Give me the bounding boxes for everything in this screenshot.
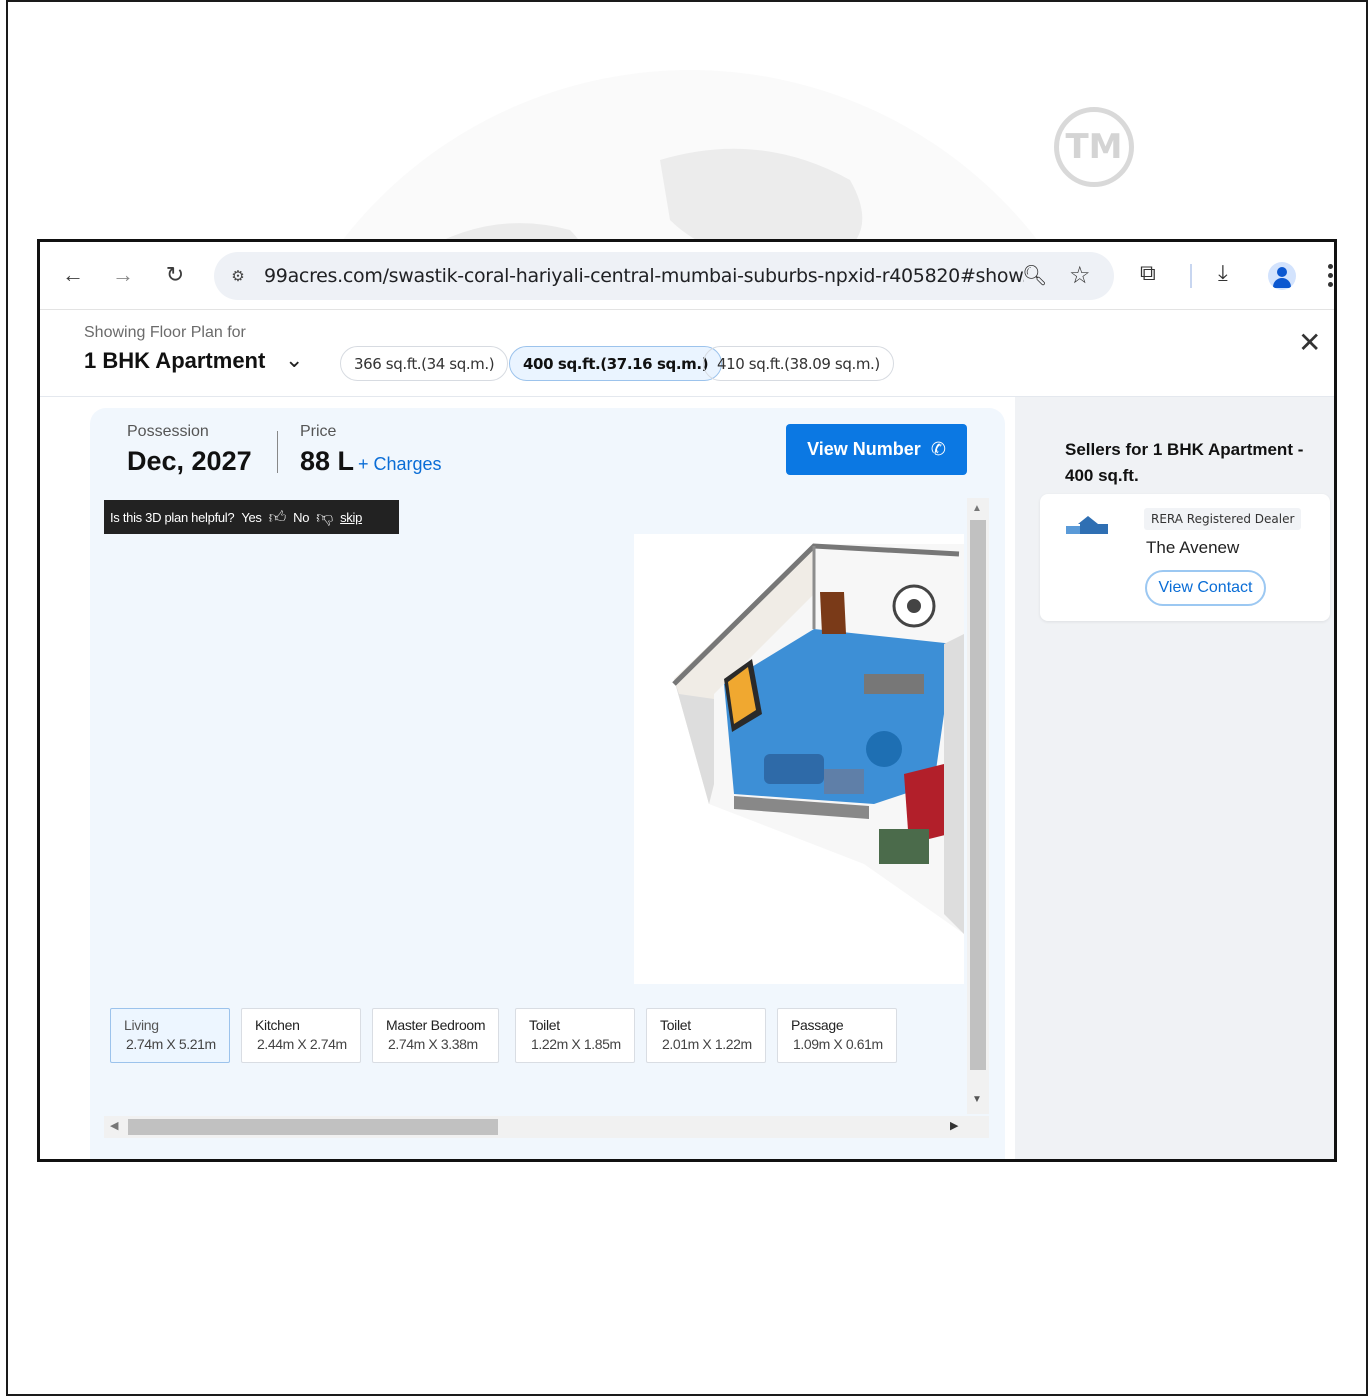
browser-window: ← → ↻ ⚙ 99acres.com/swastik-coral-hariya… (37, 239, 1337, 1162)
url-text[interactable]: 99acres.com/swastik-coral-hariyali-centr… (264, 265, 1024, 287)
room-size: 2.44m X 2.74m (257, 1036, 347, 1052)
room-name: Master Bedroom (386, 1017, 486, 1033)
vertical-scrollbar[interactable]: ▲ ▼ (967, 498, 989, 1114)
room-size: 1.09m X 0.61m (793, 1036, 883, 1052)
phone-icon: ✆ (930, 439, 946, 459)
close-icon[interactable]: ✕ (1298, 326, 1321, 359)
room-size: 2.74m X 5.21m (126, 1036, 216, 1052)
feedback-question: Is this 3D plan helpful? (110, 509, 235, 525)
download-icon[interactable]: ⤓ (1218, 260, 1228, 286)
sellers-panel: Sellers for 1 BHK Apartment - 400 sq.ft.… (1015, 397, 1334, 1159)
price-value: 88 L (300, 446, 355, 476)
room-size: 1.22m X 1.85m (531, 1036, 621, 1052)
possession-value: Dec, 2027 (127, 446, 252, 476)
browser-toolbar: ← → ↻ ⚙ 99acres.com/swastik-coral-hariya… (40, 242, 1334, 310)
scroll-left-icon[interactable]: ◀ (110, 1119, 118, 1132)
horizontal-scroll-thumb[interactable] (128, 1119, 498, 1135)
floor-plan-3d-image (634, 534, 964, 984)
apartment-type-dropdown[interactable]: 1 BHK Apartment (84, 348, 265, 374)
room-name: Living (124, 1017, 159, 1033)
size-chip-410[interactable]: 410 sq.ft.(38.09 sq.m.) (703, 346, 894, 381)
feedback-skip[interactable]: skip (340, 510, 362, 525)
room-name: Toilet (660, 1017, 691, 1033)
view-number-label: View Number (807, 439, 921, 459)
room-name: Kitchen (255, 1017, 300, 1033)
scroll-down-icon[interactable]: ▼ (972, 1094, 982, 1105)
view-contact-button[interactable]: View Contact (1145, 570, 1266, 606)
view-number-button[interactable]: View Number ✆ (786, 424, 967, 475)
showing-label: Showing Floor Plan for (84, 324, 246, 341)
size-chip-366[interactable]: 366 sq.ft.(34 sq.m.) (340, 346, 509, 381)
floor-plan-header: Showing Floor Plan for 1 BHK Apartment ⌄… (40, 311, 1334, 397)
room-name: Toilet (529, 1017, 560, 1033)
bookmark-star-icon[interactable]: ☆ (1069, 261, 1091, 290)
horizontal-scrollbar[interactable]: ◀ ▶ (104, 1116, 989, 1138)
info-divider (277, 431, 278, 473)
room-size: 2.74m X 3.38m (388, 1036, 478, 1052)
scroll-up-icon[interactable]: ▲ (972, 503, 982, 514)
size-chip-400[interactable]: 400 sq.ft.(37.16 sq.m.) (509, 346, 723, 381)
room-chip-toilet-1[interactable]: Toilet 1.22m X 1.85m (515, 1008, 635, 1063)
seller-card: RERA Registered Dealer The Avenew View C… (1040, 494, 1330, 621)
room-chip-passage[interactable]: Passage 1.09m X 0.61m (777, 1008, 897, 1063)
rera-badge: RERA Registered Dealer (1144, 508, 1302, 530)
sellers-title: Sellers for 1 BHK Apartment - 400 sq.ft. (1065, 440, 1304, 485)
room-chip-kitchen[interactable]: Kitchen 2.44m X 2.74m (241, 1008, 361, 1063)
room-chip-master-bedroom[interactable]: Master Bedroom 2.74m X 3.38m (372, 1008, 500, 1063)
possession-label: Possession (127, 423, 209, 440)
feedback-no[interactable]: No (293, 510, 309, 525)
feedback-yes[interactable]: Yes (241, 510, 262, 525)
thumbs-down-icon[interactable]: 👎︎ (316, 507, 333, 528)
extensions-icon[interactable]: ⧉ (1140, 260, 1156, 286)
zoom-icon[interactable]: 🔍︎ (1022, 263, 1047, 288)
chevron-down-icon[interactable]: ⌄ (285, 347, 303, 373)
floor-plan-panel: Possession Dec, 2027 Price 88 L + Charge… (90, 408, 1005, 1159)
price-label: Price (300, 423, 337, 440)
menu-kebab-icon[interactable] (1328, 264, 1334, 288)
feedback-bar: Is this 3D plan helpful? Yes 👍︎ No 👎︎ sk… (104, 500, 399, 534)
toolbar-divider (1190, 264, 1192, 288)
seller-name: The Avenew (1146, 538, 1240, 557)
room-size: 2.01m X 1.22m (662, 1036, 752, 1052)
room-chip-living[interactable]: Living 2.74m X 5.21m (110, 1008, 230, 1063)
address-bar[interactable]: ⚙ 99acres.com/swastik-coral-hariyali-cen… (214, 252, 1114, 300)
back-arrow-icon[interactable]: ← (60, 262, 86, 288)
thumbs-up-icon[interactable]: 👍︎ (269, 507, 287, 528)
profile-icon[interactable] (1268, 262, 1296, 290)
seller-logo (1064, 514, 1112, 536)
scroll-right-icon[interactable]: ▶ (950, 1119, 958, 1132)
forward-arrow-icon[interactable]: → (110, 262, 136, 288)
site-settings-icon[interactable]: ⚙ (226, 264, 250, 288)
room-chip-toilet-2[interactable]: Toilet 2.01m X 1.22m (646, 1008, 766, 1063)
room-name: Passage (791, 1017, 844, 1033)
vertical-scroll-thumb[interactable] (970, 520, 986, 1070)
tm-logo: TM (1054, 107, 1134, 187)
charges-link[interactable]: + Charges (358, 454, 442, 475)
reload-icon[interactable]: ↻ (162, 262, 188, 288)
